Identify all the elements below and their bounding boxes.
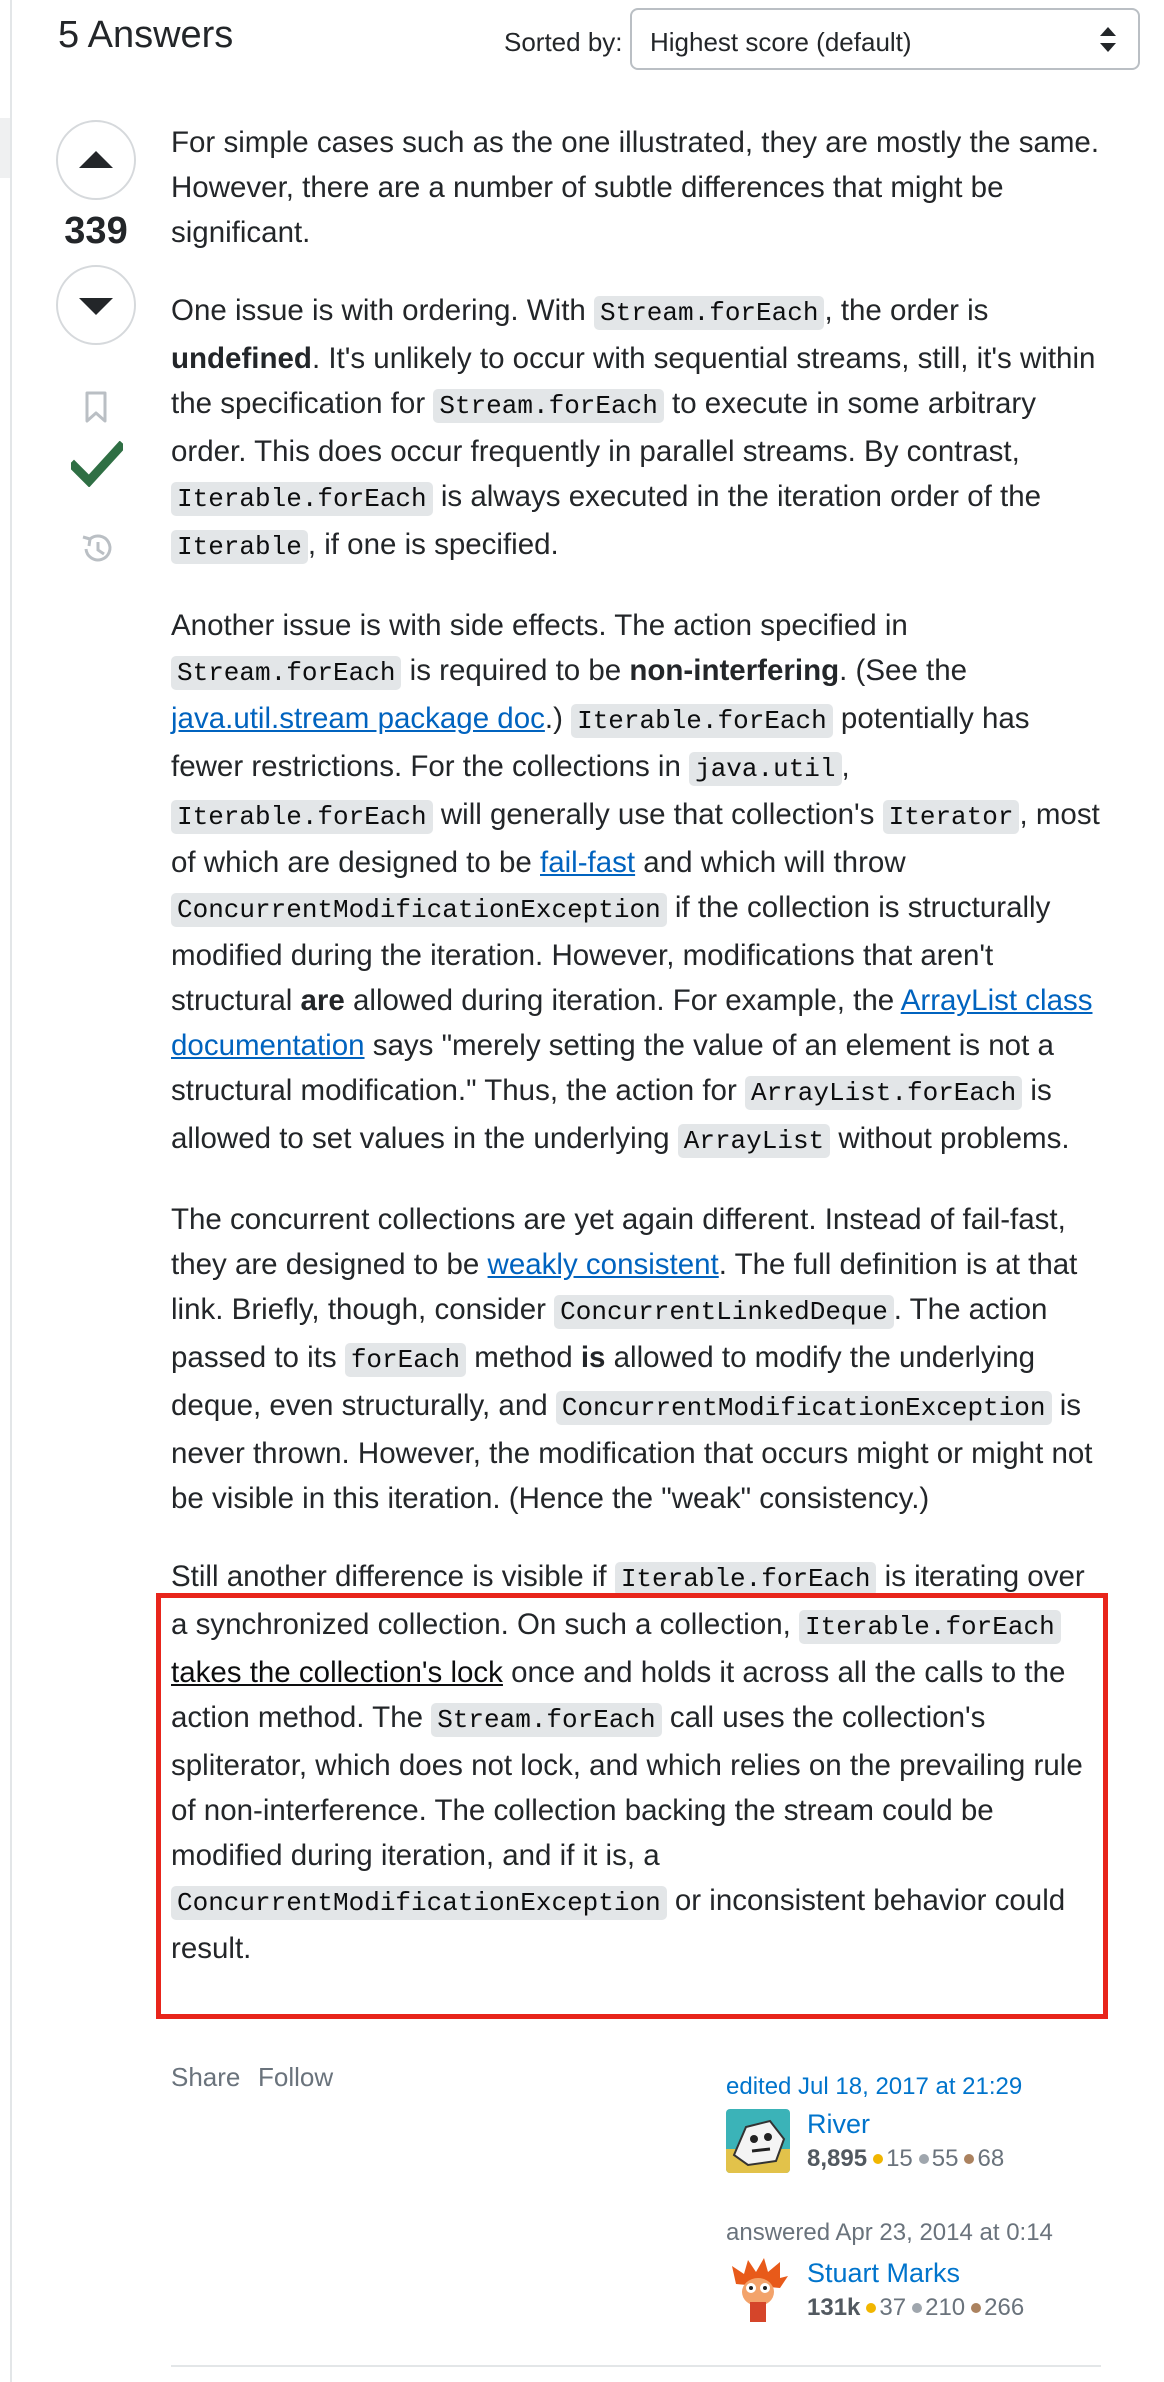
- inline-code: Iterable.forEach: [171, 482, 433, 516]
- bronze-badge-icon: [971, 2302, 982, 2313]
- vote-cell: 339: [56, 120, 140, 562]
- fail-fast-link[interactable]: fail-fast: [540, 846, 635, 879]
- paragraph-text: , if one is specified.: [307, 528, 559, 561]
- avatar[interactable]: [726, 2258, 790, 2322]
- silver-badge-icon: [918, 2153, 929, 2164]
- editor-reputation: 8,895 15 55 68: [807, 2145, 1004, 2173]
- inline-code: ConcurrentModificationException: [171, 893, 667, 927]
- silver-badge-icon: [912, 2302, 923, 2313]
- answers-header: 5 Answers Sorted by: Highest score (defa…: [58, 0, 1142, 84]
- history-button[interactable]: [78, 531, 116, 572]
- author-avatar-icon: [726, 2258, 790, 2322]
- inline-code: ArrayList.forEach: [744, 1076, 1023, 1110]
- answer-paragraph: Another issue is with side effects. The …: [171, 603, 1101, 1164]
- bronze-badge-count: 68: [977, 2145, 1005, 2172]
- paragraph-text: .): [544, 702, 572, 735]
- bronze-badge-icon: [964, 2153, 975, 2164]
- bronze-badge-count: 266: [984, 2294, 1025, 2321]
- inline-code: Iterable.forEach: [571, 704, 833, 738]
- paragraph-text: is always executed in the iteration orde…: [432, 480, 1042, 513]
- gold-badge-icon: [873, 2153, 884, 2164]
- upvote-icon: [79, 151, 113, 168]
- inline-code: Iterable: [171, 530, 308, 564]
- left-sidebar-tab: [0, 118, 10, 178]
- author-name[interactable]: Stuart Marks: [807, 2258, 960, 2289]
- upvote-button[interactable]: [56, 120, 136, 200]
- inline-code: ConcurrentModificationException: [555, 1391, 1052, 1425]
- inline-code: Iterable.forEach: [614, 1562, 877, 1596]
- reputation-score: 8,895: [807, 2145, 868, 2172]
- answers-count: 5 Answers: [58, 14, 234, 56]
- inline-code: Stream.forEach: [594, 296, 825, 330]
- history-icon: [82, 534, 112, 562]
- author-reputation: 131k 37 210 266: [807, 2294, 1024, 2322]
- answer-paragraph: One issue is with ordering. With Stream.…: [171, 288, 1101, 570]
- post-footer: Share Follow edited Jul 18, 2017 at 21:2…: [171, 2062, 1101, 2352]
- bold-text: non-interfering: [629, 654, 840, 687]
- paragraph-text: method: [466, 1341, 581, 1374]
- inline-code: Iterator: [882, 800, 1020, 834]
- accepted-check-icon: [67, 440, 127, 488]
- sort-select[interactable]: Highest score (default): [630, 8, 1140, 70]
- paragraph-text: , the order is: [824, 294, 989, 327]
- answer-paragraph: The concurrent collections are yet again…: [171, 1197, 1101, 1521]
- paragraph-text: without problems.: [830, 1122, 1070, 1155]
- bold-text: is: [580, 1341, 606, 1374]
- paragraph-text: is required to be: [401, 654, 630, 687]
- inline-code: ConcurrentLinkedDeque: [554, 1295, 894, 1329]
- paragraph-text: will generally use that collection's: [432, 798, 883, 831]
- paragraph-text: and which will throw: [635, 846, 906, 879]
- paragraph-text: One issue is with ordering. With: [171, 294, 594, 327]
- editor-name[interactable]: River: [807, 2109, 870, 2140]
- editor-avatar-icon: [726, 2109, 790, 2173]
- downvote-button[interactable]: [56, 265, 136, 345]
- reputation-score: 131k: [807, 2294, 861, 2321]
- answered-timestamp[interactable]: answered Apr 23, 2014 at 0:14: [726, 2219, 1053, 2247]
- follow-link[interactable]: Follow: [258, 2062, 333, 2093]
- avatar[interactable]: [726, 2109, 790, 2173]
- answer-paragraph: For simple cases such as the one illustr…: [171, 120, 1101, 255]
- bold-text: undefined: [171, 342, 312, 375]
- sort-select-value: Highest score (default): [650, 27, 912, 57]
- sort-label: Sorted by:: [504, 27, 623, 57]
- bold-text: are: [300, 984, 345, 1017]
- silver-badge-count: 210: [925, 2294, 966, 2321]
- stream-package-doc-link[interactable]: java.util.stream package doc: [171, 702, 545, 735]
- inline-code: Iterable.forEach: [171, 800, 433, 834]
- inline-code: forEach: [344, 1343, 467, 1377]
- paragraph-text: . (See the: [839, 654, 968, 687]
- accepted-answer-mark: [67, 440, 127, 492]
- divider: [171, 2365, 1101, 2367]
- gold-badge-count: 15: [886, 2145, 913, 2172]
- paragraph-text: allowed during iteration. For example, t…: [344, 984, 901, 1017]
- bookmark-icon: [85, 391, 107, 423]
- gold-badge-icon: [866, 2302, 877, 2313]
- weakly-consistent-link[interactable]: weakly consistent: [488, 1248, 719, 1281]
- downvote-icon: [79, 298, 113, 315]
- bookmark-button[interactable]: [84, 390, 108, 429]
- inline-code: Stream.forEach: [433, 389, 664, 423]
- highlight-box: [156, 1593, 1108, 2019]
- vote-score: 339: [64, 210, 128, 252]
- share-link[interactable]: Share: [171, 2062, 240, 2093]
- inline-code: Stream.forEach: [171, 656, 402, 690]
- paragraph-text: For simple cases such as the one illustr…: [171, 126, 1100, 249]
- inline-code: ArrayList: [677, 1124, 831, 1158]
- edited-timestamp[interactable]: edited Jul 18, 2017 at 21:29: [726, 2073, 1022, 2101]
- inline-code: java.util: [689, 752, 842, 786]
- paragraph-text: Still another difference is visible if: [171, 1560, 615, 1593]
- paragraph-text: ,: [841, 750, 850, 783]
- silver-badge-count: 55: [931, 2145, 959, 2172]
- left-sidebar-edge: [0, 0, 12, 2382]
- paragraph-text: Another issue is with side effects. The …: [171, 609, 908, 642]
- sort-arrows-icon: [1100, 27, 1116, 53]
- gold-badge-count: 37: [879, 2294, 907, 2321]
